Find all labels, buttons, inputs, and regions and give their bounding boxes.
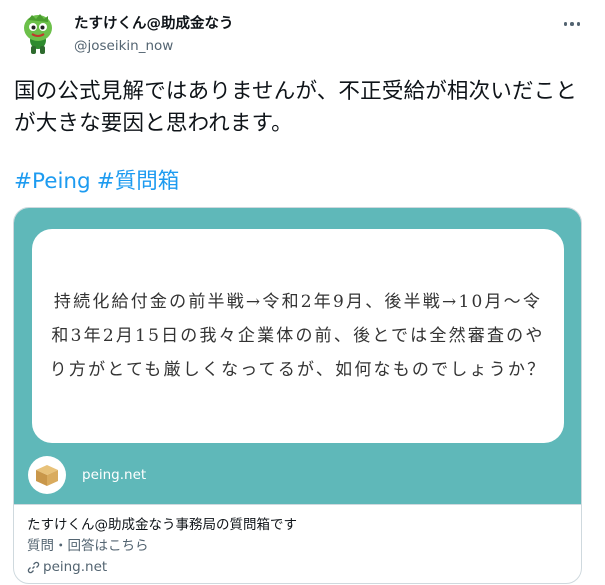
hashtag-peing[interactable]: #Peing [14,169,91,194]
tweet[interactable]: たすけくん@助成金なう @joseikin_now 国の公式見解ではありませんが… [0,0,605,585]
author-block[interactable]: たすけくん@助成金なう @joseikin_now [74,14,234,56]
card-title[interactable]: たすけくん@助成金なう事務局の質問箱です [27,515,297,535]
cardboard-box-icon [28,456,66,494]
tweet-text: 国の公式見解ではありませんが、不正受給が相次いだことが大きな要因と思われます。 [14,79,578,136]
hashtags: #Peing #質問箱 [14,166,185,198]
link-card[interactable]: 持続化給付金の前半戦→令和2年9月、後半戦→10月〜令和3年2月15日の我々企業… [13,207,582,584]
handle[interactable]: @joseikin_now [74,36,234,56]
more-dot [570,22,574,26]
card-description: 質問・回答はこちら [27,538,149,554]
link-icon [27,561,40,574]
question-bubble: 持続化給付金の前半戦→令和2年9月、後半戦→10月〜令和3年2月15日の我々企業… [32,229,564,443]
card-domain-label: peing.net [43,559,108,575]
more-dot [576,22,581,26]
hashtag-question-box[interactable]: #質問箱 [97,169,180,194]
display-name[interactable]: たすけくん@助成金なう [74,14,234,34]
brand-row: peing.net [28,456,146,494]
more-options-button[interactable] [558,12,586,36]
more-horizontal-icon [563,22,568,26]
question-text: 持続化給付金の前半戦→令和2年9月、後半戦→10月〜令和3年2月15日の我々企業… [49,292,547,380]
green-mascot-avatar-icon [24,14,52,54]
card-info[interactable]: たすけくん@助成金なう事務局の質問箱です 質問・回答はこちら peing.net [14,504,581,583]
card-domain[interactable]: peing.net [27,557,107,577]
card-image[interactable]: 持続化給付金の前半戦→令和2年9月、後半戦→10月〜令和3年2月15日の我々企業… [14,208,581,504]
avatar[interactable] [14,10,62,58]
brand-label: peing.net [82,467,147,483]
